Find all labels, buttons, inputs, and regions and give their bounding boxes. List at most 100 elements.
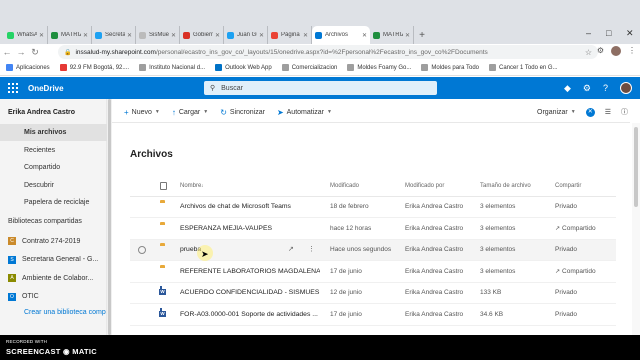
close-tab-icon[interactable]: ✕ <box>303 32 308 39</box>
sort-button[interactable]: Organizar ▼ <box>537 109 576 116</box>
close-tab-icon[interactable]: ✕ <box>405 32 410 39</box>
file-row[interactable]: ESPERANZA MEJÍA-VAUPÉS hace 12 horas Erika… <box>130 219 616 240</box>
nav-item[interactable]: Descubrir <box>0 177 107 194</box>
close-tab-icon[interactable]: ✕ <box>171 32 176 39</box>
file-name[interactable]: FOR-A03.0000-001 Soporte de actividades … <box>180 311 320 318</box>
search-input[interactable]: ⚲ Buscar <box>204 81 437 95</box>
site-item[interactable]: C Contrato 274-2019 <box>8 237 103 245</box>
bookmark-item[interactable]: Moldes Foamy Go... <box>347 64 411 71</box>
browser-tab[interactable]: Secretari✕ <box>92 26 136 44</box>
bookmark-item[interactable]: Comercializacion <box>281 64 337 71</box>
site-item[interactable]: A Ambiente de Colabor... <box>8 274 103 282</box>
help-icon[interactable]: ? <box>603 83 608 93</box>
file-sharing: Privado <box>555 311 615 318</box>
bookmark-item[interactable]: Cancer 1 Todo en G... <box>489 64 558 71</box>
share-row-icon[interactable]: ↗ <box>288 245 294 253</box>
file-row[interactable]: REFERENTE LABORATORIOS MAGDALENA-... 17 d… <box>130 262 616 283</box>
browser-tab[interactable]: MATRIZ ✕ <box>370 26 414 44</box>
minimize-icon[interactable]: – <box>586 28 591 38</box>
address-bar[interactable]: 🔒 inssalud-my.sharepoint.com/personal/ec… <box>58 45 598 59</box>
command-bar-divider <box>112 122 630 123</box>
nav-item[interactable]: Recientes <box>0 142 107 159</box>
extension-icon[interactable]: ⚙ <box>597 46 604 56</box>
column-header-modified[interactable]: Modificado <box>330 183 359 189</box>
mouse-cursor-icon: ➤ <box>201 249 209 259</box>
close-tab-icon[interactable]: ✕ <box>259 32 264 39</box>
new-button[interactable]: + Nuevo ▼ <box>124 108 160 117</box>
favicon-icon <box>95 31 102 39</box>
app-launcher-icon[interactable] <box>8 83 18 93</box>
site-item[interactable]: O OTIC <box>8 292 103 301</box>
create-library-link[interactable]: Crear una biblioteca comp <box>24 309 106 316</box>
browser-tab[interactable]: MATRIZ ✕ <box>48 26 92 44</box>
more-actions-icon[interactable]: ⋮ <box>308 245 315 253</box>
maximize-icon[interactable]: □ <box>606 28 611 38</box>
browser-tab[interactable]: Juan Guil✕ <box>224 26 268 44</box>
site-icon: S <box>8 255 16 264</box>
sort-label: Organizar <box>537 108 568 116</box>
bookmark-icon <box>59 64 67 71</box>
close-tab-icon[interactable]: ✕ <box>215 32 220 39</box>
star-icon[interactable]: ☆ <box>585 48 592 57</box>
sort-arrow-icon: ↓ <box>201 183 204 189</box>
file-row[interactable]: Archivos de chat de Microsoft Teams 18 de… <box>130 197 616 218</box>
new-tab-button[interactable]: + <box>414 26 430 44</box>
bookmark-item[interactable]: 92.9 FM Bogotá, 92.... <box>59 64 129 71</box>
bookmark-item[interactable]: Aplicaciones <box>6 64 50 71</box>
bookmark-item[interactable]: Moldes para Todo <box>421 64 479 71</box>
file-name[interactable]: ESPERANZA MEJÍA-VAUPÉS <box>180 225 320 232</box>
file-name[interactable]: ACUERDO CONFIDENCIALIDAD - SISMUES... <box>180 289 320 296</box>
nav-item[interactable]: Compartido <box>0 159 107 176</box>
file-modified-by: Erika Andrea Castro <box>405 203 464 210</box>
info-icon[interactable]: ⓘ <box>621 107 628 117</box>
premium-icon[interactable]: ◆ <box>564 83 571 94</box>
user-avatar[interactable] <box>620 82 632 94</box>
close-tab-icon[interactable]: ✕ <box>83 32 88 39</box>
nav-item[interactable]: Papelera de reciclaje <box>0 194 107 211</box>
browser-tab[interactable]: Página p✕ <box>268 26 312 44</box>
file-sharing: Privado <box>555 246 615 253</box>
file-sharing: Privado <box>555 289 615 296</box>
view-options-icon[interactable]: ☰ <box>605 108 611 116</box>
browser-tab[interactable]: SisMuest✕ <box>136 26 180 44</box>
close-window-icon[interactable]: ✕ <box>626 28 634 39</box>
column-header-name[interactable]: Nombre <box>180 183 201 189</box>
select-radio[interactable] <box>138 246 146 254</box>
file-type-header-icon[interactable] <box>160 182 167 190</box>
nav-item[interactable]: Mis archivos <box>0 124 107 141</box>
bookmark-item[interactable]: Instituto Nacional d... <box>139 64 205 71</box>
main-scrollbar[interactable] <box>632 123 640 335</box>
automate-button[interactable]: ➤ Automatizar ▼ <box>277 108 332 117</box>
bookmark-icon <box>347 64 355 71</box>
sharing-label: Privado <box>555 203 578 210</box>
forward-icon[interactable]: → <box>14 47 28 57</box>
bookmark-item[interactable]: Outlook Web App <box>215 64 272 71</box>
reload-icon[interactable]: ↻ <box>28 47 42 58</box>
close-tab-icon[interactable]: ✕ <box>362 32 367 39</box>
column-header-sharing[interactable]: Compartir <box>555 183 581 189</box>
sharing-label: Compartido <box>562 267 596 275</box>
left-nav-scrollbar[interactable] <box>107 99 112 335</box>
app-name[interactable]: OneDrive <box>28 84 64 93</box>
file-row[interactable]: ACUERDO CONFIDENCIALIDAD - SISMUES... 12 … <box>130 283 616 304</box>
sharing-label: Privado <box>555 246 578 253</box>
file-name[interactable]: REFERENTE LABORATORIOS MAGDALENA-... <box>180 268 320 275</box>
browser-tab[interactable]: Gobierno✕ <box>180 26 224 44</box>
upload-button[interactable]: ↑ Cargar ▼ <box>172 108 208 117</box>
profile-avatar[interactable] <box>611 46 621 56</box>
column-header-modified-by[interactable]: Modificado por <box>405 183 444 189</box>
file-row[interactable]: FOR-A03.0000-001 Soporte de actividades … <box>130 305 616 326</box>
close-tab-icon[interactable]: ✕ <box>39 32 44 39</box>
browser-tab[interactable]: WhatsAp✕ <box>4 26 48 44</box>
sync-icon: ↻ <box>220 107 227 117</box>
column-header-size[interactable]: Tamaño de archivo <box>480 183 531 189</box>
clear-selection-icon[interactable]: ✕ <box>585 107 595 117</box>
settings-icon[interactable]: ⚙ <box>583 83 591 94</box>
browser-tab[interactable]: Archivos ✕ <box>312 26 370 44</box>
sync-button[interactable]: ↻ Sincronizar <box>220 108 265 117</box>
file-name[interactable]: Archivos de chat de Microsoft Teams <box>180 203 320 210</box>
close-tab-icon[interactable]: ✕ <box>127 32 132 39</box>
site-item[interactable]: S Secretaria General - G... <box>8 255 103 264</box>
back-icon[interactable]: ← <box>0 47 14 57</box>
menu-icon[interactable]: ⋮ <box>628 46 636 56</box>
